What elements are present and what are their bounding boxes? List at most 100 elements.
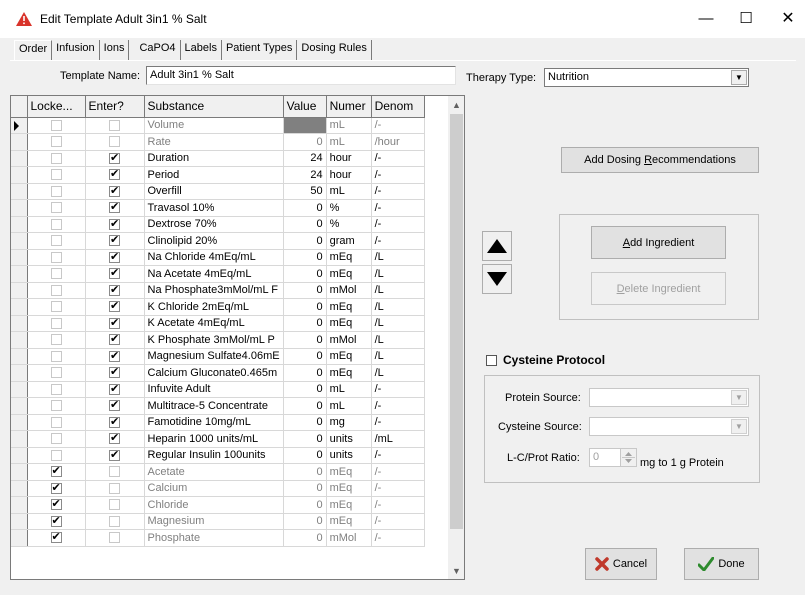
substance-cell[interactable]: Multitrace-5 Concentrate — [144, 397, 284, 415]
numer-cell[interactable]: mEq — [326, 513, 372, 530]
tab-ions[interactable]: Ions — [99, 40, 130, 60]
enter-checkbox[interactable] — [109, 167, 120, 181]
enter-checkbox[interactable] — [109, 448, 120, 461]
value-cell[interactable]: 0 — [283, 463, 327, 481]
table-row[interactable]: K Chloride 2mEq/mL0mEq/L — [11, 298, 425, 316]
locked-cell[interactable] — [27, 183, 86, 200]
value-cell[interactable]: 0 — [283, 480, 327, 497]
row-indicator[interactable] — [11, 232, 28, 250]
substance-cell[interactable]: Magnesium Sulfate4.06mE — [144, 348, 284, 365]
locked-cell[interactable] — [27, 331, 86, 349]
row-indicator[interactable] — [11, 249, 28, 266]
locked-checkbox[interactable] — [50, 350, 62, 362]
numer-cell[interactable]: % — [326, 199, 372, 217]
denom-cell[interactable]: /- — [371, 117, 425, 134]
substance-cell[interactable]: Acetate — [144, 463, 284, 481]
enter-checkbox[interactable] — [109, 184, 120, 197]
table-row[interactable]: Multitrace-5 Concentrate0mL/- — [11, 397, 425, 415]
enter-checkbox[interactable] — [109, 398, 120, 412]
locked-checkbox[interactable] — [50, 284, 62, 296]
locked-cell[interactable] — [27, 381, 86, 398]
locked-checkbox[interactable] — [50, 251, 62, 263]
table-row[interactable]: Rate 0 mL/hour — [11, 133, 425, 151]
denom-cell[interactable]: /L — [371, 249, 425, 266]
locked-cell[interactable] — [27, 199, 86, 217]
tab-capo4[interactable]: CaPO4 — [135, 40, 181, 60]
protein-source-select[interactable]: ▼ — [589, 388, 749, 407]
locked-checkbox[interactable] — [50, 497, 62, 511]
locked-cell[interactable] — [27, 216, 86, 233]
row-indicator[interactable] — [11, 282, 28, 299]
row-indicator[interactable] — [11, 513, 28, 530]
row-indicator[interactable] — [11, 529, 28, 547]
denom-cell[interactable]: /- — [371, 166, 425, 184]
close-button[interactable]: ✕ — [768, 4, 805, 32]
move-up-button[interactable] — [482, 231, 512, 261]
substance-cell[interactable]: Clinolipid 20% — [144, 232, 284, 250]
numer-cell[interactable]: gram — [326, 232, 372, 250]
locked-cell[interactable] — [27, 397, 86, 415]
scroll-down-icon[interactable]: ▼ — [448, 562, 464, 579]
locked-cell[interactable] — [27, 232, 86, 250]
denom-cell[interactable]: /- — [371, 529, 425, 547]
enter-checkbox[interactable] — [109, 283, 120, 296]
enter-cell[interactable] — [85, 133, 145, 151]
locked-cell[interactable] — [27, 348, 86, 365]
row-indicator[interactable] — [11, 430, 28, 448]
table-row[interactable]: Famotidine 10mg/mL0mg/- — [11, 414, 425, 431]
table-row[interactable]: Na Acetate 4mEq/mL0mEq/L — [11, 265, 425, 283]
enter-cell[interactable] — [85, 183, 145, 200]
enter-checkbox[interactable] — [109, 217, 120, 230]
substance-cell[interactable]: Phosphate — [144, 529, 284, 547]
table-row[interactable]: Acetate0mEq/- — [11, 463, 425, 481]
denom-cell[interactable]: /- — [371, 397, 425, 415]
substance-cell[interactable]: Rate — [144, 133, 284, 151]
denom-cell[interactable]: /- — [371, 480, 425, 497]
locked-checkbox[interactable] — [50, 416, 62, 428]
numer-cell[interactable]: mL — [326, 117, 372, 134]
locked-checkbox[interactable] — [50, 268, 62, 280]
locked-checkbox[interactable] — [50, 185, 62, 197]
numer-cell[interactable]: mMol — [326, 282, 372, 299]
enter-cell[interactable] — [85, 150, 145, 167]
enter-checkbox[interactable] — [109, 499, 120, 511]
row-indicator[interactable] — [11, 216, 28, 233]
cysteine-protocol-checkbox[interactable] — [486, 355, 497, 366]
value-cell[interactable]: 50 — [283, 183, 327, 200]
numer-cell[interactable]: mEq — [326, 249, 372, 266]
enter-checkbox[interactable] — [109, 136, 120, 148]
substance-cell[interactable]: Period — [144, 166, 284, 184]
substance-cell[interactable]: Infuvite Adult — [144, 381, 284, 398]
locked-checkbox[interactable] — [50, 317, 62, 329]
row-indicator[interactable] — [11, 496, 28, 514]
denom-cell[interactable]: /hour — [371, 133, 425, 151]
numer-cell[interactable]: hour — [326, 166, 372, 184]
value-cell[interactable]: 0 — [283, 381, 327, 398]
denom-cell[interactable]: /- — [371, 463, 425, 481]
table-row[interactable]: Na Phosphate3mMol/mL F0mMol/L — [11, 282, 425, 299]
denom-cell[interactable]: /L — [371, 348, 425, 365]
denom-cell[interactable]: /- — [371, 414, 425, 431]
cysteine-source-select[interactable]: ▼ — [589, 417, 749, 436]
enter-cell[interactable] — [85, 447, 145, 464]
denom-cell[interactable]: /L — [371, 282, 425, 299]
minimize-button[interactable]: — — [686, 4, 726, 32]
locked-checkbox[interactable] — [50, 383, 62, 395]
scrollbar-thumb[interactable] — [450, 114, 463, 529]
numer-cell[interactable]: mMol — [326, 331, 372, 349]
row-indicator[interactable] — [11, 265, 28, 283]
row-indicator[interactable] — [11, 117, 28, 134]
value-cell[interactable]: 0 — [283, 430, 327, 448]
substance-cell[interactable]: Dextrose 70% — [144, 216, 284, 233]
column-header-numer[interactable]: Numer — [326, 96, 372, 118]
row-indicator[interactable] — [11, 298, 28, 316]
value-cell[interactable]: 0 — [283, 513, 327, 530]
substance-cell[interactable]: Overfill — [144, 183, 284, 200]
enter-cell[interactable] — [85, 430, 145, 448]
row-indicator[interactable] — [11, 463, 28, 481]
locked-checkbox[interactable] — [50, 202, 62, 214]
denom-cell[interactable]: /- — [371, 496, 425, 514]
locked-cell[interactable] — [27, 496, 86, 514]
table-row[interactable]: Clinolipid 20%0gram/- — [11, 232, 425, 250]
substance-cell[interactable]: K Phosphate 3mMol/mL P — [144, 331, 284, 349]
